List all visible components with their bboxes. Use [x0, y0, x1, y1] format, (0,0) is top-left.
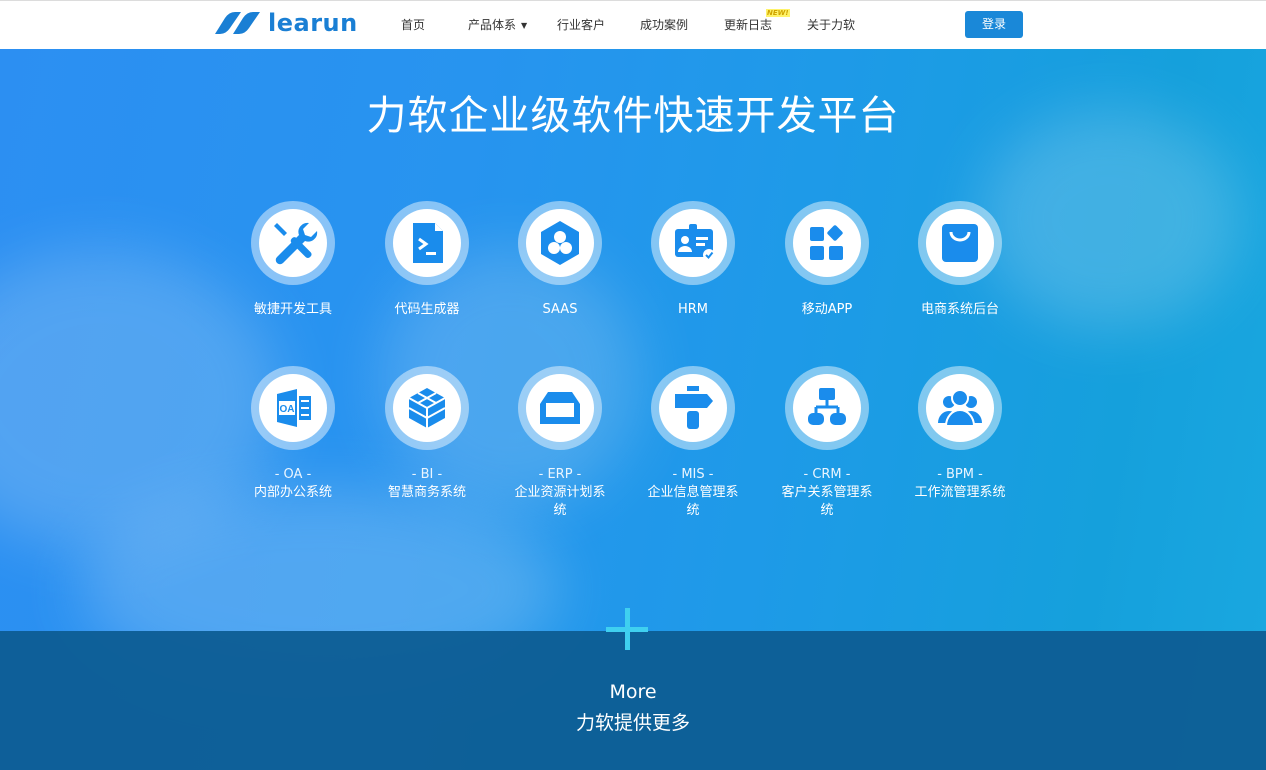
product-icon-ring	[251, 201, 335, 285]
product-label: HRM	[677, 302, 709, 317]
product-hrm[interactable]: HRM	[638, 201, 748, 319]
oa-icon: OA	[277, 389, 311, 427]
product-desc: 内部办公系统	[253, 485, 332, 500]
product-icon-ring	[651, 366, 735, 450]
nav-item-home[interactable]: 首页	[401, 16, 425, 33]
product-desc: 企业信息管理系统	[647, 485, 739, 518]
product-icon-ring	[918, 201, 1002, 285]
product-oa[interactable]: OA - OA - 内部办公系统	[238, 366, 348, 502]
users-group-icon	[938, 389, 982, 427]
product-code: - CRM -	[803, 467, 851, 482]
id-card-icon	[675, 224, 715, 261]
product-mis[interactable]: - MIS - 企业信息管理系统	[638, 366, 748, 520]
product-label: 代码生成器	[394, 302, 460, 317]
product-desc: 智慧商务系统	[387, 485, 466, 500]
product-icon-ring	[918, 366, 1002, 450]
product-icon-ring	[651, 201, 735, 285]
org-chart-icon	[808, 388, 846, 425]
product-bi[interactable]: - BI - 智慧商务系统	[372, 366, 482, 502]
product-icon-ring: OA	[251, 366, 335, 450]
product-code: - MIS -	[672, 467, 714, 482]
saas-hexagon-icon	[541, 221, 579, 265]
brand-name: learun	[268, 9, 358, 37]
login-button[interactable]: 登录	[965, 11, 1023, 38]
product-mobile-app[interactable]: 移动APP	[772, 201, 882, 319]
app-grid-icon	[810, 225, 843, 260]
plus-icon[interactable]	[606, 608, 648, 650]
shopping-bag-icon	[942, 224, 978, 262]
product-desc: 企业资源计划系统	[514, 485, 606, 518]
bg-blur-right	[980, 109, 1240, 329]
product-icon-ring	[518, 201, 602, 285]
product-icon-ring	[785, 366, 869, 450]
new-badge: NEW!	[766, 9, 790, 17]
product-agile-tools[interactable]: 敏捷开发工具	[238, 201, 348, 319]
product-erp[interactable]: - ERP - 企业资源计划系统	[505, 366, 615, 520]
brand-logo[interactable]: learun	[213, 9, 358, 37]
nav-item-changelog[interactable]: 更新日志	[724, 16, 772, 33]
product-label: SAAS	[542, 302, 578, 317]
svg-text:OA: OA	[280, 404, 295, 415]
more-title-cn: 力软提供更多	[575, 712, 690, 734]
product-label: 敏捷开发工具	[253, 302, 332, 317]
product-label: 移动APP	[801, 302, 853, 317]
product-ecommerce[interactable]: 电商系统后台	[905, 201, 1015, 319]
hero-title: 力软企业级软件快速开发平台	[366, 93, 900, 139]
nav-item-about[interactable]: 关于力软	[807, 16, 855, 33]
product-desc: 客户关系管理系统	[781, 485, 873, 518]
signpost-icon	[675, 386, 713, 429]
caret-down-icon: ▼	[521, 21, 528, 30]
product-code-generator[interactable]: 代码生成器	[372, 201, 482, 319]
product-bpm[interactable]: - BPM - 工作流管理系统	[905, 366, 1015, 502]
cube-icon	[408, 388, 446, 428]
more-title-en: More	[609, 681, 657, 703]
product-code: - BI -	[411, 467, 443, 482]
nav-item-cases[interactable]: 成功案例	[640, 16, 688, 33]
product-icon-ring	[385, 366, 469, 450]
product-icon-ring	[518, 366, 602, 450]
nav-item-products-label: 产品体系	[468, 18, 517, 32]
product-code: - BPM -	[937, 467, 983, 482]
logo-mark-icon	[215, 12, 260, 34]
inbox-tray-icon	[540, 392, 580, 424]
product-desc: 工作流管理系统	[914, 485, 1006, 500]
product-icon-ring	[785, 201, 869, 285]
nav-item-products[interactable]: 产品体系 ▼	[468, 16, 527, 33]
product-label: 电商系统后台	[920, 302, 999, 317]
product-code: - ERP -	[538, 467, 582, 482]
top-header: learun 首页 产品体系 ▼ 行业客户 成功案例 更新日志 NEW! 关于力软…	[0, 0, 1266, 49]
product-saas[interactable]: SAAS	[505, 201, 615, 319]
product-code: - OA -	[274, 467, 312, 482]
tools-icon	[274, 222, 318, 265]
product-crm[interactable]: - CRM - 客户关系管理系统	[772, 366, 882, 520]
nav-item-industry[interactable]: 行业客户	[557, 16, 605, 33]
code-file-icon	[413, 223, 443, 263]
product-icon-ring	[385, 201, 469, 285]
